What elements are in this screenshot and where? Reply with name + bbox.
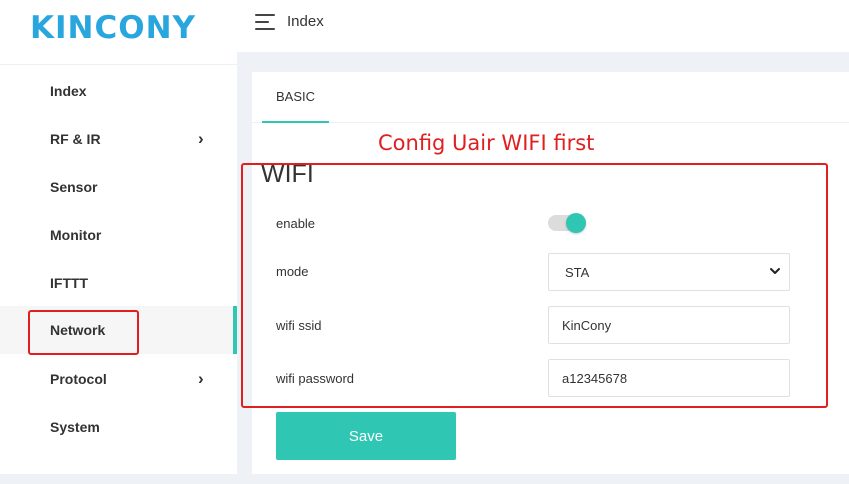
annotation-box-network (28, 310, 139, 355)
sidebar-item-label: IFTTT (50, 275, 89, 291)
sidebar-item-ifttt[interactable]: IFTTT (0, 259, 237, 307)
annotation-text: Config Uair WIFI first (378, 131, 595, 155)
sidebar-divider (0, 64, 237, 65)
sidebar-item-index[interactable]: Index (0, 67, 237, 115)
sidebar-item-label: Index (50, 83, 87, 99)
sidebar-item-system[interactable]: System (0, 403, 237, 451)
sidebar-item-label: RF & IR (50, 131, 101, 147)
top-header: Index (237, 0, 849, 52)
sidebar-item-monitor[interactable]: Monitor (0, 211, 237, 259)
sidebar-item-label: System (50, 419, 100, 435)
sidebar-item-protocol[interactable]: Protocol › (0, 355, 237, 403)
sidebar-item-sensor[interactable]: Sensor (0, 163, 237, 211)
sidebar: KINCONY Index RF & IR › Sensor Monitor I… (0, 0, 237, 474)
annotation-box-wifi (241, 163, 828, 408)
save-button[interactable]: Save (276, 412, 456, 460)
sidebar-item-label: Sensor (50, 179, 98, 195)
kincony-logo[interactable]: KINCONY (30, 10, 196, 46)
sidebar-item-label: Monitor (50, 227, 102, 243)
header-title: Index (287, 13, 324, 30)
chevron-right-icon: › (198, 369, 204, 388)
tab-bar: BASIC (252, 72, 849, 123)
active-indicator (233, 306, 237, 354)
hamburger-menu-icon[interactable] (255, 14, 275, 30)
tab-basic[interactable]: BASIC (262, 72, 329, 123)
sidebar-item-label: Protocol (50, 371, 107, 387)
chevron-right-icon: › (198, 129, 204, 148)
sidebar-item-rf-ir[interactable]: RF & IR › (0, 115, 237, 163)
